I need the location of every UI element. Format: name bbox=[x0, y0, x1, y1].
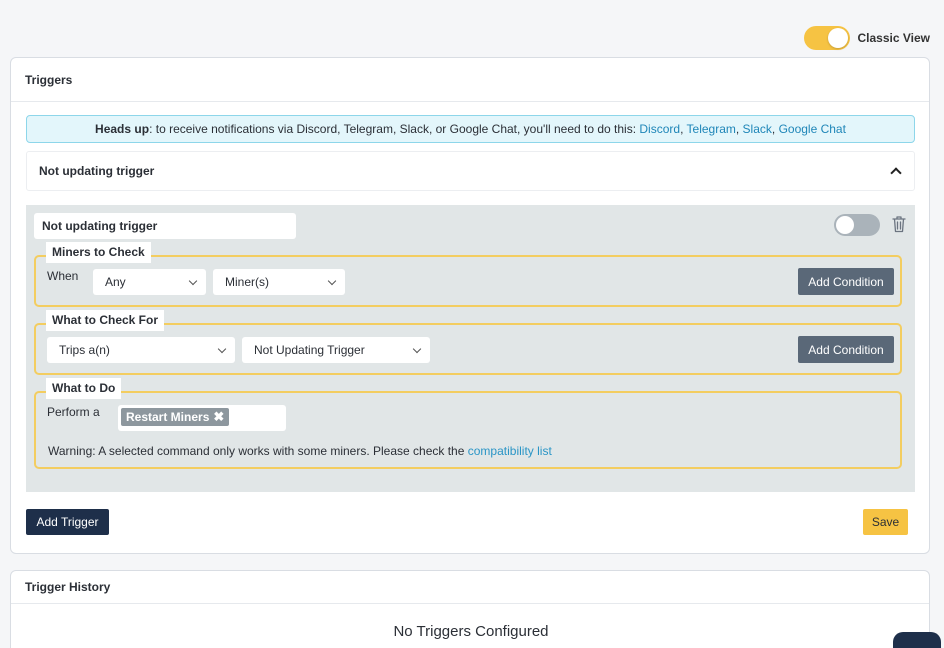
chevron-down-icon bbox=[217, 344, 227, 353]
warning-text: Warning: A selected command only works w… bbox=[48, 444, 468, 458]
select-value: Any bbox=[105, 275, 126, 289]
trigger-accordion-header[interactable]: Not updating trigger bbox=[26, 151, 915, 191]
trigger-enabled-switch[interactable] bbox=[834, 214, 880, 236]
classic-view-toggle-group: Classic View bbox=[803, 26, 931, 50]
check-condition-select[interactable]: Trips a(n) bbox=[47, 337, 235, 363]
telegram-link[interactable]: Telegram bbox=[687, 122, 736, 136]
trigger-history-title: Trigger History bbox=[11, 571, 929, 604]
what-to-check-legend: What to Check For bbox=[46, 310, 165, 331]
trigger-history-card: Trigger History No Triggers Configured bbox=[10, 570, 930, 648]
compatibility-warning: Warning: A selected command only works w… bbox=[48, 444, 552, 458]
what-to-check-section: What to Check For Trips a(n) Not Updatin… bbox=[34, 310, 902, 375]
select-value: Miner(s) bbox=[225, 275, 269, 289]
classic-view-label: Classic View bbox=[857, 31, 931, 45]
chat-launcher-button[interactable] bbox=[893, 632, 941, 648]
what-to-do-legend: What to Do bbox=[46, 378, 122, 399]
trigger-editor: Not updating trigger Miners to Check Whe… bbox=[26, 205, 915, 492]
chevron-up-icon bbox=[890, 167, 902, 179]
chevron-down-icon bbox=[188, 276, 198, 285]
save-button[interactable]: Save bbox=[863, 509, 908, 535]
triggers-card: Triggers Heads up: to receive notificati… bbox=[10, 57, 930, 554]
when-label: When bbox=[47, 269, 79, 283]
alert-bold: Heads up bbox=[95, 122, 150, 136]
check-type-select[interactable]: Not Updating Trigger bbox=[242, 337, 430, 363]
switch-knob bbox=[836, 216, 854, 234]
empty-state-message: No Triggers Configured bbox=[393, 623, 549, 640]
perform-label: Perform a bbox=[47, 405, 100, 419]
chevron-down-icon bbox=[327, 276, 337, 285]
switch-knob bbox=[827, 28, 848, 48]
discord-link[interactable]: Discord bbox=[639, 122, 680, 136]
triggers-card-title: Triggers bbox=[11, 58, 929, 102]
alert-text: : to receive notifications via Discord, … bbox=[149, 122, 640, 136]
heads-up-alert: Heads up: to receive notifications via D… bbox=[26, 115, 915, 143]
alert-sep: , bbox=[771, 122, 779, 136]
add-check-condition-button[interactable]: Add Condition bbox=[798, 336, 894, 363]
trash-icon[interactable] bbox=[892, 215, 906, 233]
add-trigger-button[interactable]: Add Trigger bbox=[26, 509, 109, 535]
miner-target-select[interactable]: Miner(s) bbox=[213, 269, 345, 295]
action-tag: Restart Miners ✖ bbox=[121, 408, 230, 426]
action-multiselect[interactable]: Restart Miners ✖ bbox=[118, 405, 286, 431]
miners-to-check-legend: Miners to Check bbox=[46, 242, 151, 263]
add-miner-condition-button[interactable]: Add Condition bbox=[798, 268, 894, 295]
action-tag-label: Restart Miners bbox=[126, 410, 210, 424]
trigger-name-input[interactable]: Not updating trigger bbox=[34, 213, 296, 239]
accordion-title: Not updating trigger bbox=[39, 164, 155, 178]
miners-to-check-section: Miners to Check When Any Miner(s) Add Co… bbox=[34, 242, 902, 307]
slack-link[interactable]: Slack bbox=[743, 122, 772, 136]
google-chat-link[interactable]: Google Chat bbox=[779, 122, 846, 136]
chevron-down-icon bbox=[412, 344, 422, 353]
miner-scope-select[interactable]: Any bbox=[93, 269, 206, 295]
compatibility-list-link[interactable]: compatibility list bbox=[468, 444, 552, 458]
classic-view-switch[interactable] bbox=[803, 26, 850, 50]
select-value: Not Updating Trigger bbox=[254, 343, 365, 357]
close-icon[interactable]: ✖ bbox=[213, 409, 224, 425]
alert-sep: , bbox=[735, 122, 743, 136]
what-to-do-section: What to Do Perform a Restart Miners ✖ Wa… bbox=[34, 378, 902, 469]
select-value: Trips a(n) bbox=[59, 343, 110, 357]
